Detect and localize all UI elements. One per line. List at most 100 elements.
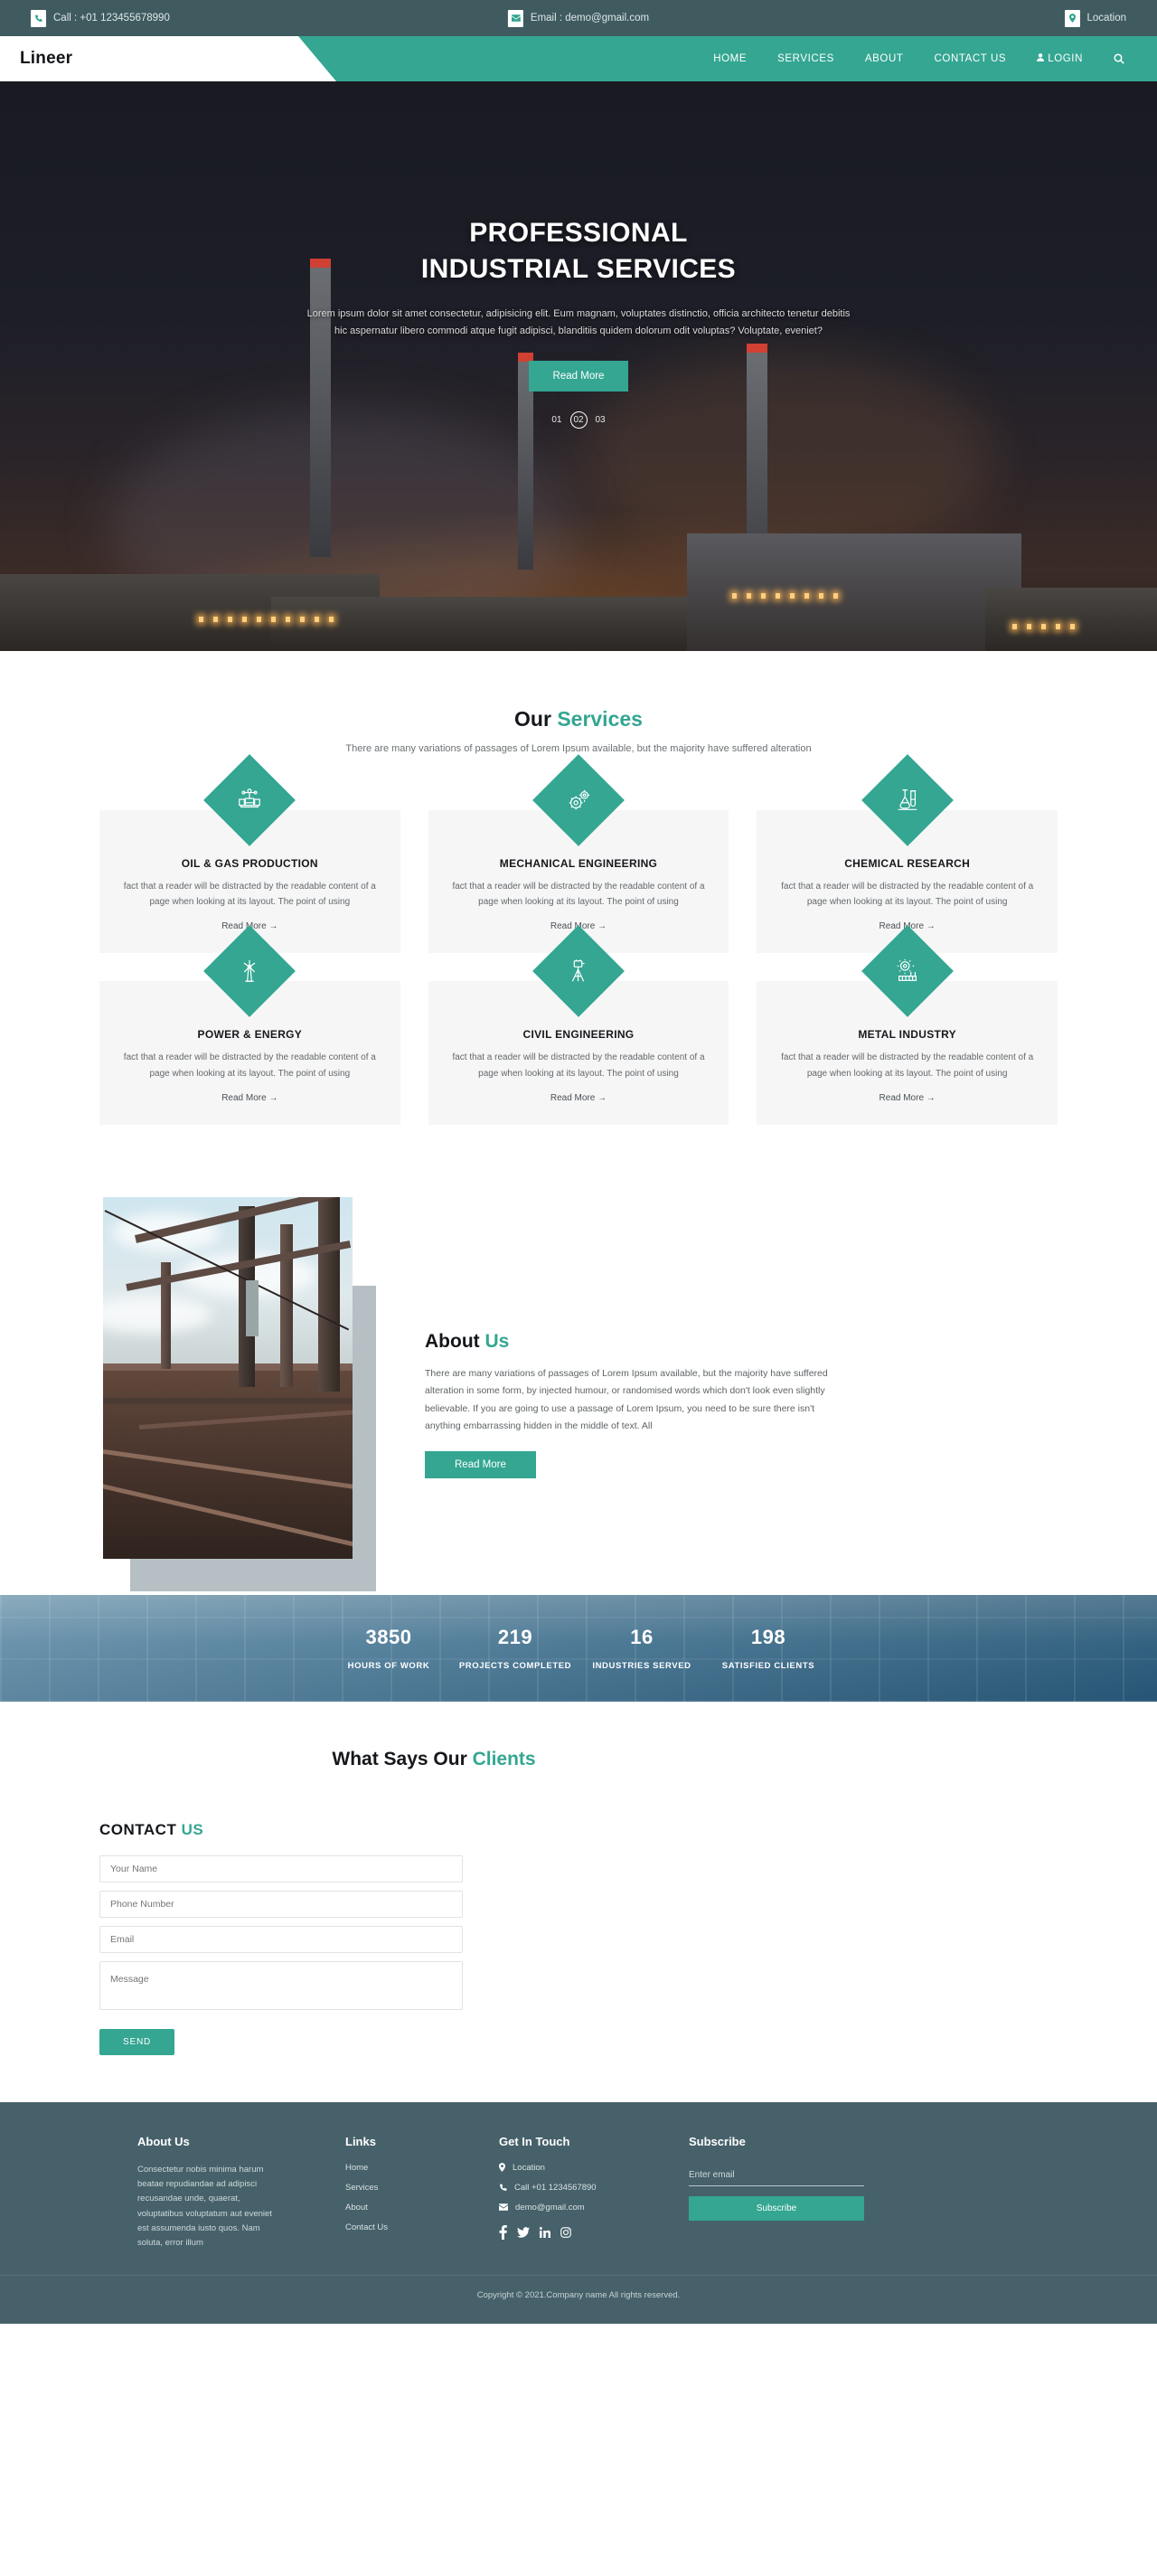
subscribe-email-input[interactable] xyxy=(689,2166,864,2186)
service-text: fact that a reader will be distracted by… xyxy=(123,1052,376,1079)
topbar-phone-text: Call : +01 123455678990 xyxy=(53,13,170,24)
footer-touch-column: Get In Touch Location Call +01 123456789… xyxy=(499,2135,689,2251)
brand-container: Lineer xyxy=(0,36,336,81)
service-text: fact that a reader will be distracted by… xyxy=(452,882,705,908)
services-heading-main: Our xyxy=(514,707,558,731)
service-read-more[interactable]: Read More → xyxy=(880,1093,936,1103)
footer-touch-heading: Get In Touch xyxy=(499,2134,570,2148)
service-text: fact that a reader will be distracted by… xyxy=(781,882,1034,908)
flask-icon xyxy=(894,787,921,814)
footer-location-text: Location xyxy=(513,2162,545,2173)
testimonials-heading-main: What Says Our xyxy=(332,1748,473,1769)
valve-icon xyxy=(236,787,263,814)
gear-factory-icon xyxy=(894,958,921,985)
stats-grid: 3850 HOURS OF WORK 219 PROJECTS COMPLETE… xyxy=(325,1626,832,1671)
service-card[interactable]: METAL INDUSTRY fact that a reader will b… xyxy=(757,925,1058,1125)
instagram-icon[interactable] xyxy=(560,2226,571,2238)
topbar-phone[interactable]: Call : +01 123455678990 xyxy=(31,9,170,27)
about-heading-main: About xyxy=(425,1330,485,1352)
footer-subscribe-heading: Subscribe xyxy=(689,2134,746,2148)
service-title: METAL INDUSTRY xyxy=(858,1028,956,1042)
hero-lights-3 xyxy=(1012,624,1075,629)
footer-email-text: demo@gmail.com xyxy=(515,2202,585,2213)
hero-lights-2 xyxy=(732,593,838,599)
services-subtitle: There are many variations of passages of… xyxy=(345,743,812,754)
service-read-more[interactable]: Read More → xyxy=(550,1093,607,1103)
service-read-more[interactable]: Read More → xyxy=(221,1093,277,1103)
footer-about-column: About Us Consectetur nobis minima harum … xyxy=(137,2135,345,2251)
nav-item-login[interactable]: LOGIN xyxy=(1037,53,1083,64)
footer-link-about[interactable]: About xyxy=(345,2203,499,2213)
footer-email-row[interactable]: demo@gmail.com xyxy=(499,2203,689,2213)
footer-about-text: Consectetur nobis minima harum beatae re… xyxy=(137,2164,272,2249)
hero-slider-pagination: 01 02 03 xyxy=(0,410,1157,429)
send-button[interactable]: SEND xyxy=(99,2028,174,2055)
footer-links-heading: Links xyxy=(345,2134,376,2148)
hero-banner: PROFESSIONAL INDUSTRIAL SERVICES Lorem i… xyxy=(0,81,1157,651)
hero-title-line2: INDUSTRIAL SERVICES xyxy=(420,253,737,284)
site-footer: About Us Consectetur nobis minima harum … xyxy=(0,2101,1157,2324)
surveying-tripod-icon xyxy=(565,958,592,985)
search-icon[interactable] xyxy=(1114,53,1124,64)
footer-link-home[interactable]: Home xyxy=(345,2163,499,2173)
subscribe-button[interactable]: Subscribe xyxy=(689,2195,864,2221)
stat-number: 3850 xyxy=(365,1625,412,1648)
linkedin-icon[interactable] xyxy=(540,2226,550,2238)
service-card[interactable]: CIVIL ENGINEERING fact that a reader wil… xyxy=(428,925,729,1125)
facebook-icon[interactable] xyxy=(499,2224,507,2240)
stat-item: 198 SATISFIED CLIENTS xyxy=(705,1626,832,1671)
slide-dot-03[interactable]: 03 xyxy=(596,415,606,425)
nav-login-label: LOGIN xyxy=(1048,53,1083,64)
slide-dot-02-active[interactable]: 02 xyxy=(569,410,588,429)
location-pin-icon xyxy=(499,2163,505,2173)
contact-heading: CONTACT US xyxy=(99,1821,1058,1839)
stat-item: 3850 HOURS OF WORK xyxy=(325,1626,452,1671)
services-section: Our Services There are many variations o… xyxy=(0,651,1157,1146)
footer-location-row[interactable]: Location xyxy=(499,2163,689,2173)
hero-title: PROFESSIONAL INDUSTRIAL SERVICES xyxy=(0,215,1157,288)
footer-link-services[interactable]: Services xyxy=(345,2183,499,2193)
footer-phone-row[interactable]: Call +01 1234567890 xyxy=(499,2183,689,2193)
nav-item-about[interactable]: ABOUT xyxy=(865,53,904,64)
hero-read-more-button[interactable]: Read More xyxy=(528,360,629,392)
services-heading: Our Services xyxy=(99,707,1058,731)
stat-label: HOURS OF WORK xyxy=(347,1660,430,1671)
footer-about-heading: About Us xyxy=(137,2134,190,2148)
stat-label: PROJECTS COMPLETED xyxy=(458,1660,572,1671)
phone-input[interactable] xyxy=(99,1890,463,1918)
twitter-icon[interactable] xyxy=(517,2226,530,2238)
message-textarea[interactable] xyxy=(99,1960,463,2010)
slide-dot-01[interactable]: 01 xyxy=(551,415,561,425)
service-icon-badge xyxy=(861,754,954,846)
site-logo[interactable]: Lineer xyxy=(20,49,72,69)
user-icon xyxy=(1037,53,1045,64)
testimonials-heading: What Says Our Clients xyxy=(0,1749,1058,1770)
hero-paragraph: Lorem ipsum dolor sit amet consectetur, … xyxy=(306,307,851,337)
phone-icon xyxy=(499,2184,507,2192)
topbar-location[interactable]: Location xyxy=(1064,9,1126,27)
nav-item-services[interactable]: SERVICES xyxy=(777,53,834,64)
email-input[interactable] xyxy=(99,1925,463,1953)
hero-lights-1 xyxy=(199,617,334,622)
contact-form: SEND xyxy=(99,1854,463,2055)
about-heading: About Us xyxy=(425,1331,1058,1353)
topbar-email[interactable]: Email : demo@gmail.com xyxy=(507,9,649,27)
footer-columns: About Us Consectetur nobis minima harum … xyxy=(99,2135,1058,2251)
services-grid: OIL & GAS PRODUCTION fact that a reader … xyxy=(99,754,1058,1125)
footer-phone-text: Call +01 1234567890 xyxy=(514,2182,597,2193)
footer-link-contact-us[interactable]: Contact Us xyxy=(345,2222,499,2232)
service-icon-badge xyxy=(532,754,625,846)
service-card[interactable]: POWER & ENERGY fact that a reader will b… xyxy=(99,925,400,1125)
hero-building-3 xyxy=(687,533,1021,651)
nav-item-contact-us[interactable]: CONTACT US xyxy=(935,53,1007,64)
about-read-more-button[interactable]: Read More xyxy=(425,1451,536,1479)
hero-building-2 xyxy=(271,597,705,651)
nav-item-home[interactable]: HOME xyxy=(713,53,747,64)
stat-label: SATISFIED CLIENTS xyxy=(721,1660,815,1671)
mail-icon xyxy=(507,9,523,27)
mail-icon xyxy=(499,2203,508,2211)
contact-heading-main: CONTACT xyxy=(99,1820,182,1838)
location-pin-icon xyxy=(1064,9,1080,27)
footer-social-links xyxy=(499,2224,689,2240)
name-input[interactable] xyxy=(99,1854,463,1882)
